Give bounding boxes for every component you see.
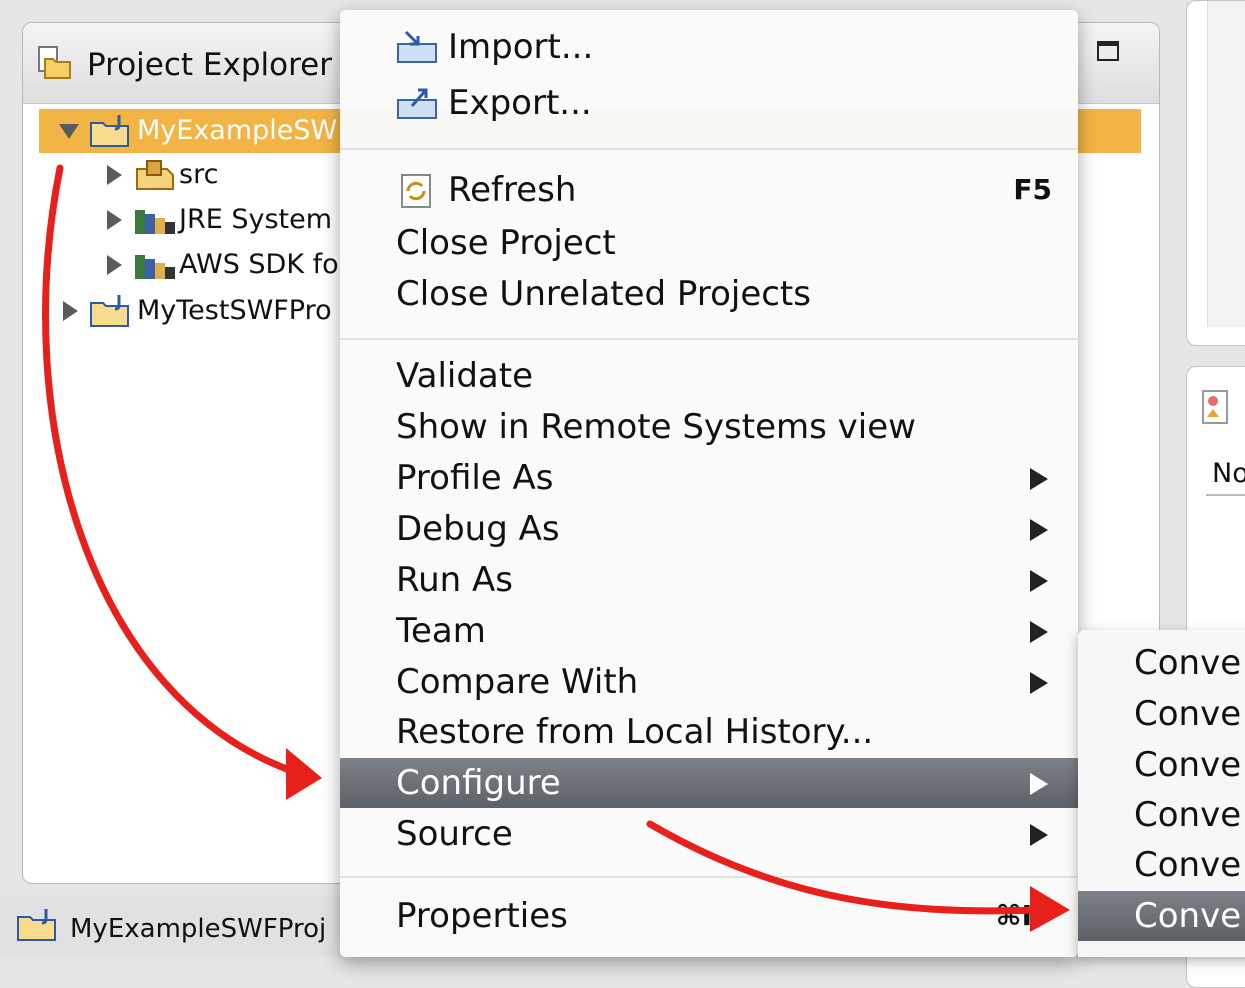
menu-item-debug-as[interactable]: Debug As — [340, 504, 1078, 554]
menu-separator — [340, 148, 1078, 150]
menu-item-close-project[interactable]: Close Project — [340, 218, 1078, 268]
expand-arrow-icon[interactable] — [107, 210, 122, 230]
menu-item-export[interactable]: Export... — [340, 78, 1078, 128]
menu-item-import[interactable]: Import... — [340, 22, 1078, 72]
menu-item-restore-from-local-history[interactable]: Restore from Local History... — [340, 707, 1078, 757]
expand-arrow-icon[interactable] — [59, 124, 79, 139]
source-package-icon — [136, 160, 174, 190]
submenu-arrow-icon — [1030, 621, 1048, 643]
right-panel-divider — [1206, 494, 1245, 496]
menu-item-show-in-remote-systems[interactable]: Show in Remote Systems view — [340, 402, 1078, 452]
tree-item-label: JRE System — [179, 204, 333, 235]
status-bar-text: MyExampleSWFProj — [70, 914, 327, 944]
tree-item-label: MyTestSWFPro — [137, 295, 332, 326]
maximize-icon[interactable] — [1097, 41, 1119, 61]
submenu-arrow-icon — [1030, 519, 1048, 541]
menu-item-source[interactable]: Source — [340, 809, 1078, 859]
submenu-arrow-icon — [1030, 773, 1048, 795]
menu-item-compare-with[interactable]: Compare With — [340, 657, 1078, 707]
configure-submenu: Conve Conve Conve Conve Conve Conve — [1078, 630, 1245, 957]
submenu-item-convert-highlighted[interactable]: Conve — [1078, 891, 1245, 941]
panel-view-icon — [1202, 390, 1228, 424]
menu-separator — [340, 876, 1078, 878]
submenu-item-convert[interactable]: Conve — [1078, 790, 1245, 840]
tree-item-mytestswfproject[interactable]: MyTestSWFPro — [23, 289, 353, 333]
tree-item-src[interactable]: src — [23, 153, 353, 197]
right-panel-label: No — [1212, 458, 1245, 489]
shortcut-label: F5 — [1013, 173, 1052, 206]
context-menu: Import... Export... Refresh F5 Close Pro… — [340, 10, 1078, 957]
java-project-folder-icon — [90, 115, 129, 147]
project-explorer-title: Project Explorer — [87, 47, 332, 83]
submenu-item-convert[interactable]: Conve — [1078, 638, 1245, 688]
right-panel-top — [1186, 0, 1245, 346]
expand-arrow-icon[interactable] — [63, 301, 78, 321]
expand-arrow-icon[interactable] — [107, 255, 122, 275]
tree-item-label: AWS SDK fo — [179, 249, 339, 280]
menu-item-refresh[interactable]: Refresh F5 — [340, 165, 1078, 215]
menu-item-close-unrelated-projects[interactable]: Close Unrelated Projects — [340, 269, 1078, 319]
submenu-item-convert[interactable]: Conve — [1078, 740, 1245, 790]
tree-item-label: MyExampleSW — [137, 115, 338, 146]
import-icon — [397, 30, 437, 63]
expand-arrow-icon[interactable] — [107, 165, 122, 185]
shortcut-label: ⌘I — [995, 899, 1032, 932]
menu-item-validate[interactable]: Validate — [340, 351, 1078, 401]
submenu-item-convert[interactable]: Conve — [1078, 689, 1245, 739]
library-icon — [135, 210, 175, 234]
submenu-arrow-icon — [1030, 468, 1048, 490]
menu-item-team[interactable]: Team — [340, 606, 1078, 656]
submenu-arrow-icon — [1030, 672, 1048, 694]
submenu-arrow-icon — [1030, 824, 1048, 846]
menu-separator — [340, 338, 1078, 340]
menu-item-configure[interactable]: Configure — [340, 758, 1078, 808]
project-explorer-icon — [38, 46, 71, 79]
menu-item-profile-as[interactable]: Profile As — [340, 453, 1078, 503]
tree-item-label: src — [179, 159, 219, 190]
java-project-folder-icon — [90, 295, 129, 327]
tree-item-aws-sdk[interactable]: AWS SDK fo — [23, 243, 353, 287]
tree-item-jre-system[interactable]: JRE System — [23, 198, 353, 242]
refresh-icon — [401, 174, 431, 208]
export-icon — [397, 88, 437, 119]
library-icon — [135, 255, 175, 279]
menu-item-run-as[interactable]: Run As — [340, 555, 1078, 605]
menu-item-properties[interactable]: Properties ⌘I — [340, 891, 1078, 941]
java-project-folder-icon — [17, 909, 56, 941]
submenu-item-convert[interactable]: Conve — [1078, 840, 1245, 890]
submenu-arrow-icon — [1030, 570, 1048, 592]
